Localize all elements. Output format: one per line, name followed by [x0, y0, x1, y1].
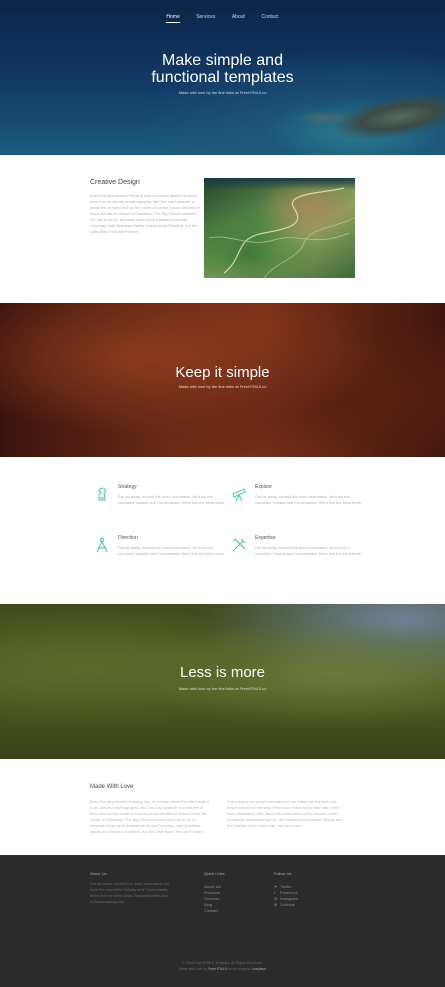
credits-prefix: Made with love by [179, 967, 208, 971]
credits-images-link[interactable]: Unsplash [251, 967, 266, 971]
nav-services-link[interactable]: Services [196, 14, 215, 22]
nav-home-link[interactable]: Home [166, 14, 180, 23]
banner1-title: Keep it simple [175, 364, 270, 381]
credits-mid: Demo Images: [227, 967, 251, 971]
footer-links-title: Quick Links [204, 871, 225, 876]
winding-road-lines [208, 187, 355, 278]
love-text-col2: She packed her seven versalia, put her i… [227, 799, 343, 828]
banner1-subtitle: Made with love by the fine folks at Free… [178, 384, 267, 389]
service-title: Explore [255, 484, 272, 490]
service-strategy: Strategy Far far away, behind the word m… [98, 484, 228, 506]
footer-links-list: About Us Products Services Blog Contact [204, 884, 220, 914]
love-text-col1: Even the all-powerful Pointing has no co… [90, 799, 210, 834]
chess-knight-icon [98, 487, 106, 501]
services-section: Strategy Far far away, behind the word m… [0, 457, 445, 604]
footer-about-title: About Us [90, 871, 107, 876]
service-direction: Direction Far far away, behind the word … [96, 535, 228, 557]
footer-link-contact[interactable]: Contact [204, 908, 220, 914]
hero-reef-image [295, 111, 355, 125]
footer: About Us Far far away, behind the word m… [0, 855, 445, 987]
compass-icon [96, 538, 108, 553]
copyright-text: © 2016 Free HTML5 Template. All Rights R… [182, 961, 263, 965]
social-label: Twitter [280, 884, 292, 889]
aerial-road-image [204, 178, 355, 278]
nav-contact-link[interactable]: Contact [261, 14, 278, 22]
telescope-icon [232, 488, 246, 502]
social-label: Dribbble [280, 902, 295, 907]
footer-copyright: © 2016 Free HTML5 Template. All Rights R… [0, 960, 445, 972]
footer-about-text: Far far away, behind the word mountains,… [90, 881, 170, 904]
social-dribbble-link[interactable]: ⊛ Dribbble [274, 902, 298, 908]
footer-social-list: ✦ Twitter f Facebook ◎ Instagram ⊛ Dribbble [274, 884, 298, 908]
hero-title-line1: Make simple and [162, 52, 283, 69]
creative-text: Even the all-powerful Pointing has no co… [90, 193, 200, 234]
service-text: Far far away, behind the word mountains,… [255, 545, 362, 556]
hero-section: Home Services About Contact Make simple … [0, 0, 445, 155]
social-label: Instagram [280, 896, 298, 901]
top-nav: Home Services About Contact [0, 5, 445, 23]
less-more-banner: Less is more Made with love by the fine … [0, 604, 445, 759]
service-text: Far far away, behind the word mountains,… [118, 494, 225, 505]
tools-icon [232, 538, 246, 552]
banner2-subtitle: Made with love by the fine folks at Free… [178, 686, 267, 691]
service-explore: Explore Far far away, behind the word mo… [232, 484, 365, 506]
banner2-title: Less is more [179, 664, 266, 681]
hero-title-line2: functional templates [151, 69, 294, 86]
service-expertise: Expertise Far far away, behind the word … [232, 535, 365, 557]
service-title: Direction [118, 535, 138, 541]
footer-follow-title: Follow Us [274, 871, 292, 876]
made-with-love-section: Made With Love Even the all-powerful Poi… [0, 759, 445, 855]
creative-heading: Creative Design [90, 179, 140, 186]
nav-about-link[interactable]: About [232, 14, 245, 22]
keep-simple-banner: Keep it simple Made with love by the fin… [0, 303, 445, 457]
creative-section: Creative Design Even the all-powerful Po… [0, 155, 445, 303]
hero-title: Make simple and functional templates [0, 52, 445, 86]
service-title: Strategy [118, 484, 137, 490]
service-text: Far far away, behind the word mountains,… [118, 545, 225, 556]
social-label: Facebook [280, 890, 298, 895]
love-heading: Made With Love [90, 784, 134, 790]
service-title: Expertise [255, 535, 276, 541]
service-text: Far far away, behind the word mountains,… [255, 494, 362, 505]
credits-author-link[interactable]: FreeHTML5 [208, 967, 227, 971]
hero-subtitle: Made with love by the fine folks at Free… [178, 90, 267, 95]
